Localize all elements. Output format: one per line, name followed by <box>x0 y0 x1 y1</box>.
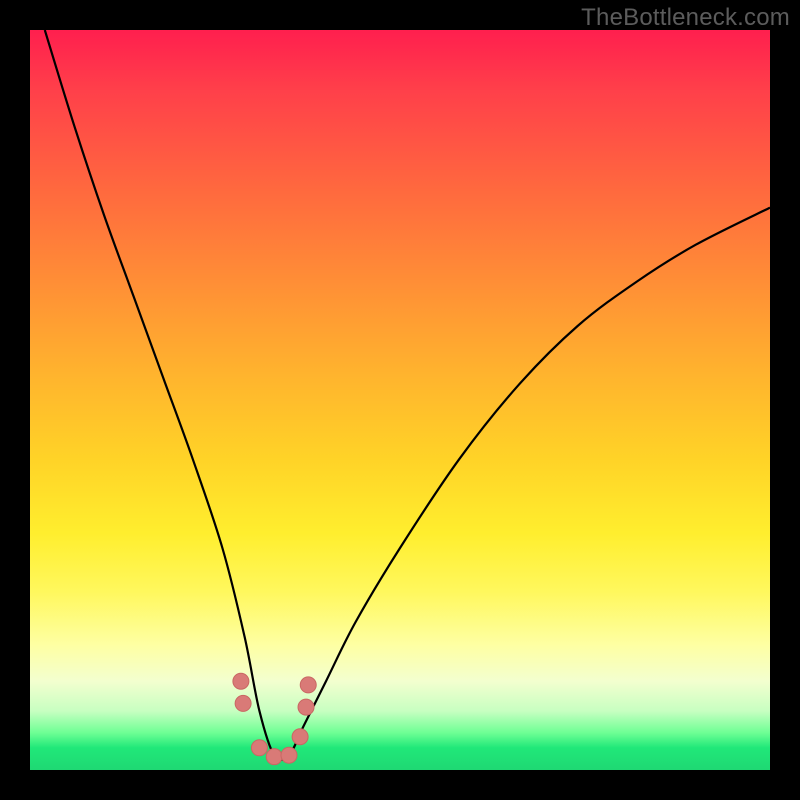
highlight-marker <box>298 699 314 715</box>
highlight-markers-group <box>233 673 316 764</box>
chart-svg <box>30 30 770 770</box>
chart-frame: TheBottleneck.com <box>0 0 800 800</box>
highlight-marker <box>266 749 282 765</box>
highlight-marker <box>300 677 316 693</box>
plot-area <box>30 30 770 770</box>
highlight-marker <box>233 673 249 689</box>
highlight-marker <box>292 729 308 745</box>
highlight-marker <box>281 747 297 763</box>
highlight-marker <box>235 695 251 711</box>
highlight-marker <box>251 740 267 756</box>
bottleneck-curve <box>45 30 770 760</box>
watermark-text: TheBottleneck.com <box>581 4 790 32</box>
